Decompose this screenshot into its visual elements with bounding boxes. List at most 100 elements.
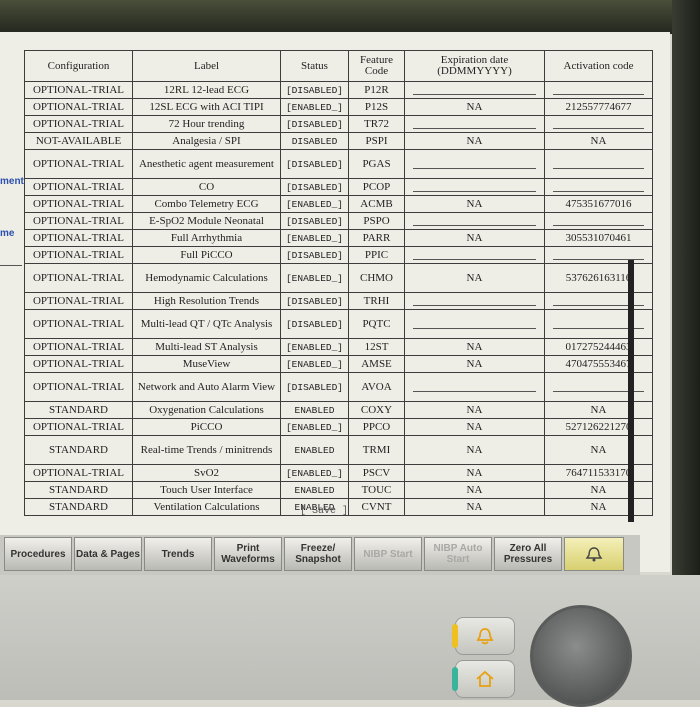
expiration-date-field[interactable] — [413, 182, 536, 192]
feature-code-cell: PSPI — [348, 132, 405, 150]
activation-code-field[interactable] — [553, 250, 644, 260]
feature-code-cell: PQTC — [348, 309, 405, 339]
expiration-date-field[interactable] — [413, 296, 536, 306]
activation-code-field[interactable] — [553, 159, 644, 169]
trends-button[interactable]: Trends — [144, 537, 212, 571]
activation-code-cell[interactable] — [544, 178, 653, 196]
activation-code-cell[interactable] — [544, 212, 653, 230]
status-cell: [ENABLED_] — [280, 263, 349, 293]
table-row[interactable]: OPTIONAL-TRIAL Network and Auto Alarm Vie… — [24, 372, 653, 402]
activation-code-cell[interactable] — [544, 292, 653, 310]
expiration-date-field[interactable] — [413, 85, 536, 95]
expiration-date-field[interactable] — [413, 382, 536, 392]
table-row[interactable]: OPTIONAL-TRIAL MuseView [ENABLED_] AMSE NA 47… — [24, 355, 653, 373]
alarm-bell-icon — [476, 628, 494, 645]
expiration-date-field[interactable] — [413, 119, 536, 129]
save-button[interactable]: [ Save ] — [300, 506, 348, 517]
status-cell: [ENABLED_] — [280, 355, 349, 373]
table-row[interactable]: OPTIONAL-TRIAL SvO2 [ENABLED_] PSCV NA 764711… — [24, 464, 653, 482]
activation-code-cell: 475351677016 — [544, 195, 653, 213]
activation-code-cell[interactable] — [544, 309, 653, 339]
label-cell: SvO2 — [132, 464, 281, 482]
freeze-snapshot-button[interactable]: Freeze/ Snapshot — [284, 537, 352, 571]
activation-code-field[interactable] — [553, 182, 644, 192]
activation-code-cell[interactable] — [544, 81, 653, 99]
print-waveforms-button[interactable]: Print Waveforms — [214, 537, 282, 571]
left-panel-item-1[interactable]: ment — [0, 176, 24, 187]
monitor-right-bezel — [672, 0, 700, 590]
zero-all-pressures-button[interactable]: Zero All Pressures — [494, 537, 562, 571]
home-key[interactable] — [452, 660, 515, 698]
left-panel-item-2[interactable]: me — [0, 228, 14, 239]
data-pages-button[interactable]: Data & Pages — [74, 537, 142, 571]
status-cell: [DISABLED] — [280, 246, 349, 264]
feature-code-cell: PARR — [348, 229, 405, 247]
table-row[interactable]: STANDARD Real-time Trends / minitrends ENA… — [24, 435, 653, 465]
expiration-cell[interactable] — [404, 246, 545, 264]
expiration-cell[interactable] — [404, 292, 545, 310]
feature-code-cell: P12R — [348, 81, 405, 99]
table-row[interactable]: OPTIONAL-TRIAL Full PiCCO [DISABLED] PPIC — [24, 246, 653, 264]
bottom-menu-bar: Procedures Data & Pages Trends Print Wav… — [0, 535, 640, 575]
label-cell: 12SL ECG with ACI TIPI — [132, 98, 281, 116]
activation-code-cell[interactable] — [544, 372, 653, 402]
home-icon — [476, 670, 494, 687]
table-row[interactable]: OPTIONAL-TRIAL CO [DISABLED] PCOP — [24, 178, 653, 196]
activation-code-cell[interactable] — [544, 115, 653, 133]
table-row[interactable]: OPTIONAL-TRIAL Anesthetic agent measureme… — [24, 149, 653, 179]
nibp-auto-start-button[interactable]: NIBP Auto Start — [424, 537, 492, 571]
table-row[interactable]: OPTIONAL-TRIAL PiCCO [ENABLED_] PPCO NA 52712… — [24, 418, 653, 436]
table-row[interactable]: OPTIONAL-TRIAL High Resolution Trends [DIS… — [24, 292, 653, 310]
expiration-cell: NA — [404, 464, 545, 482]
feature-code-cell: PGAS — [348, 149, 405, 179]
status-cell: [ENABLED_] — [280, 229, 349, 247]
expiration-cell[interactable] — [404, 149, 545, 179]
table-row[interactable]: OPTIONAL-TRIAL 12RL 12-lead ECG [DISABLED]… — [24, 81, 653, 99]
expiration-cell[interactable] — [404, 212, 545, 230]
expiration-cell[interactable] — [404, 81, 545, 99]
nibp-start-button[interactable]: NIBP Start — [354, 537, 422, 571]
table-row[interactable]: OPTIONAL-TRIAL Multi-lead QT / QTc Analys… — [24, 309, 653, 339]
monitor-top-bezel — [0, 0, 700, 34]
label-cell: CO — [132, 178, 281, 196]
activation-code-cell: NA — [544, 498, 653, 516]
trim-knob[interactable] — [530, 605, 632, 707]
expiration-date-field[interactable] — [413, 216, 536, 226]
scrollbar[interactable] — [628, 260, 634, 522]
label-cell: E-SpO2 Module Neonatal — [132, 212, 281, 230]
expiration-date-field[interactable] — [413, 159, 536, 169]
procedures-button[interactable]: Procedures — [4, 537, 72, 571]
table-row[interactable]: OPTIONAL-TRIAL 12SL ECG with ACI TIPI [ENA… — [24, 98, 653, 116]
label-cell: Network and Auto Alarm View — [132, 372, 281, 402]
table-row[interactable]: OPTIONAL-TRIAL Full Arrhythmia [ENABLED_] P… — [24, 229, 653, 247]
label-cell: Real-time Trends / minitrends — [132, 435, 281, 465]
label-cell: Multi-lead QT / QTc Analysis — [132, 309, 281, 339]
expiration-cell[interactable] — [404, 372, 545, 402]
table-row[interactable]: OPTIONAL-TRIAL 72 Hour trending [DISABLED]… — [24, 115, 653, 133]
expiration-date-field[interactable] — [413, 250, 536, 260]
config-cell: OPTIONAL-TRIAL — [24, 212, 133, 230]
table-row[interactable]: OPTIONAL-TRIAL Multi-lead ST Analysis [ENA… — [24, 338, 653, 356]
alarm-silence-key[interactable] — [452, 617, 515, 655]
activation-code-field[interactable] — [553, 216, 644, 226]
activation-code-field[interactable] — [553, 85, 644, 95]
expiration-cell: NA — [404, 435, 545, 465]
table-row[interactable]: OPTIONAL-TRIAL Combo Telemetry ECG [ENABLE… — [24, 195, 653, 213]
expiration-cell[interactable] — [404, 178, 545, 196]
expiration-cell: NA — [404, 338, 545, 356]
expiration-cell[interactable] — [404, 115, 545, 133]
table-row[interactable]: STANDARD Oxygenation Calculations ENABLED C… — [24, 401, 653, 419]
config-cell: STANDARD — [24, 401, 133, 419]
activation-code-cell[interactable] — [544, 246, 653, 264]
table-row[interactable]: STANDARD Touch User Interface ENABLED TOUC N… — [24, 481, 653, 499]
table-row[interactable]: OPTIONAL-TRIAL E-SpO2 Module Neonatal [DIS… — [24, 212, 653, 230]
table-row[interactable]: OPTIONAL-TRIAL Hemodynamic Calculations [E… — [24, 263, 653, 293]
feature-code-cell: 12ST — [348, 338, 405, 356]
expiration-cell[interactable] — [404, 309, 545, 339]
table-row[interactable]: NOT-AVAILABLE Analgesia / SPI DISABLED PSPI… — [24, 132, 653, 150]
status-cell: [DISABLED] — [280, 372, 349, 402]
expiration-date-field[interactable] — [413, 319, 536, 329]
activation-code-cell[interactable] — [544, 149, 653, 179]
activation-code-field[interactable] — [553, 119, 644, 129]
alarm-button[interactable] — [564, 537, 624, 571]
